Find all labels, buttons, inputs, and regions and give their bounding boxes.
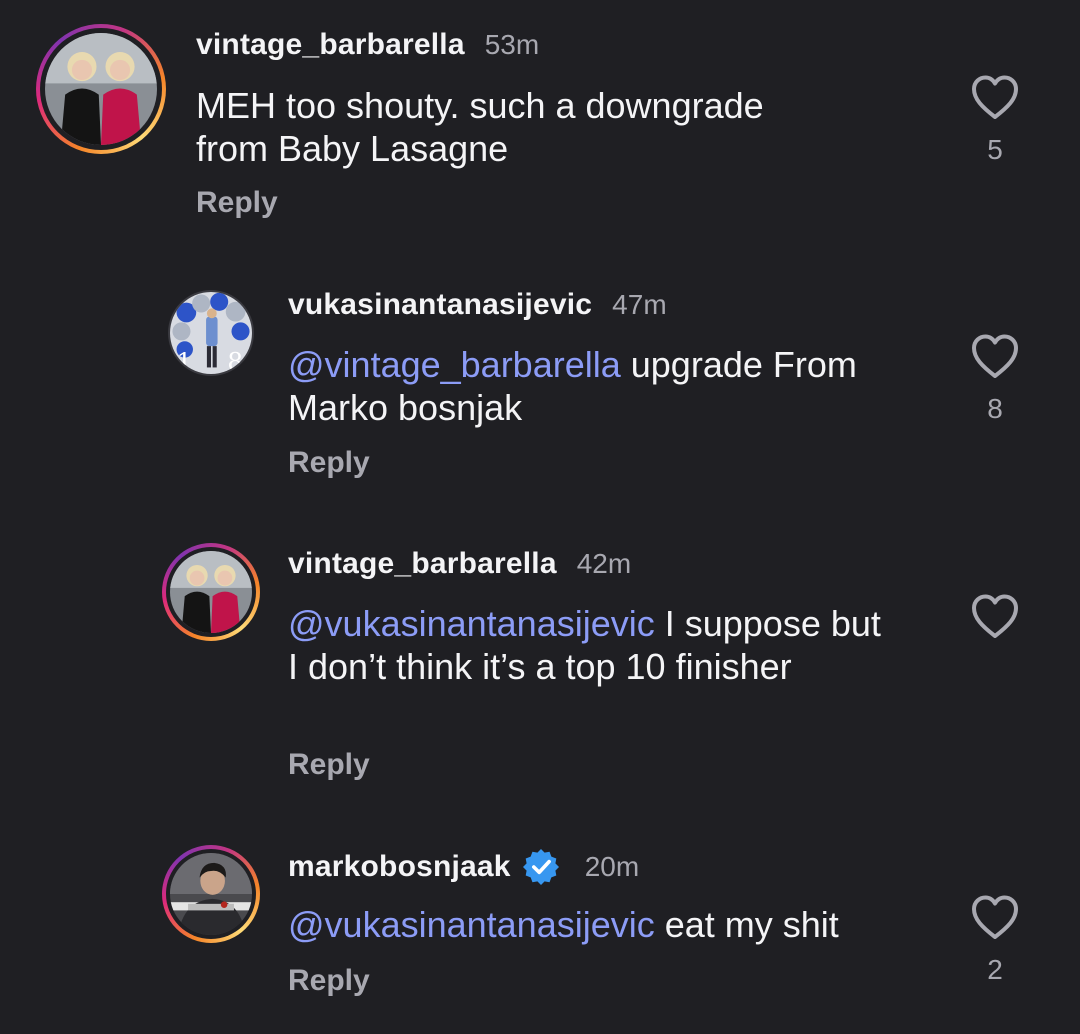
like-count: 8 bbox=[987, 393, 1003, 424]
timestamp: 42m bbox=[576, 548, 632, 579]
heart-icon[interactable] bbox=[970, 593, 1020, 639]
timestamp: 47m bbox=[612, 289, 667, 320]
comments-thread: vintage_barbarella 53m MEH too shouty. s… bbox=[0, 0, 1080, 1034]
reply-button[interactable]: Reply bbox=[288, 964, 370, 998]
reply-button[interactable]: Reply bbox=[196, 186, 278, 220]
heart-icon[interactable] bbox=[970, 894, 1020, 940]
comment-text: @vukasinantanasijevic eat my shit bbox=[288, 903, 928, 946]
mention-link[interactable]: @vukasinantanasijevic bbox=[288, 603, 655, 644]
heart-icon[interactable] bbox=[970, 74, 1020, 120]
avatar[interactable] bbox=[36, 24, 166, 154]
reply-button[interactable]: Reply bbox=[288, 446, 370, 480]
balloons-photo-icon: 1 8 bbox=[170, 292, 252, 374]
like-group: 8 bbox=[966, 333, 1024, 425]
avatar[interactable] bbox=[162, 543, 260, 641]
svg-text:8: 8 bbox=[227, 347, 243, 374]
like-group: 2 bbox=[966, 894, 1024, 986]
comment-body: eat my shit bbox=[654, 904, 839, 945]
like-count: 5 bbox=[987, 134, 1003, 165]
username[interactable]: vukasinantanasijevic bbox=[288, 288, 592, 322]
reply-button[interactable]: Reply bbox=[288, 748, 370, 782]
like-count: 2 bbox=[987, 954, 1003, 985]
like-group bbox=[966, 593, 1024, 653]
like-group: 5 bbox=[966, 74, 1024, 166]
timestamp: 53m bbox=[484, 29, 540, 60]
mention-link[interactable]: @vintage_barbarella bbox=[288, 344, 621, 385]
comment-text: @vukasinantanasijevic I suppose but I do… bbox=[288, 602, 888, 688]
comment-text: MEH too shouty. such a downgrade from Ba… bbox=[196, 84, 836, 170]
username[interactable]: markobosnjaak bbox=[288, 850, 511, 884]
timestamp: 20m bbox=[584, 851, 640, 882]
comment-body: MEH too shouty. such a downgrade from Ba… bbox=[196, 85, 764, 169]
username[interactable]: vintage_barbarella bbox=[288, 547, 557, 581]
mention-link[interactable]: @vukasinantanasijevic bbox=[288, 904, 655, 945]
two-women-photo-icon bbox=[45, 33, 157, 145]
man-portrait-photo-icon bbox=[170, 853, 252, 935]
comment-text: @vintage_barbarella upgrade From Marko b… bbox=[288, 343, 928, 429]
verified-badge-icon bbox=[522, 849, 559, 885]
avatar[interactable]: 1 8 bbox=[168, 290, 254, 376]
two-women-photo-icon bbox=[170, 551, 252, 633]
heart-icon[interactable] bbox=[970, 333, 1020, 379]
avatar[interactable] bbox=[162, 845, 260, 943]
svg-text:1: 1 bbox=[177, 347, 193, 374]
username[interactable]: vintage_barbarella bbox=[196, 28, 465, 62]
